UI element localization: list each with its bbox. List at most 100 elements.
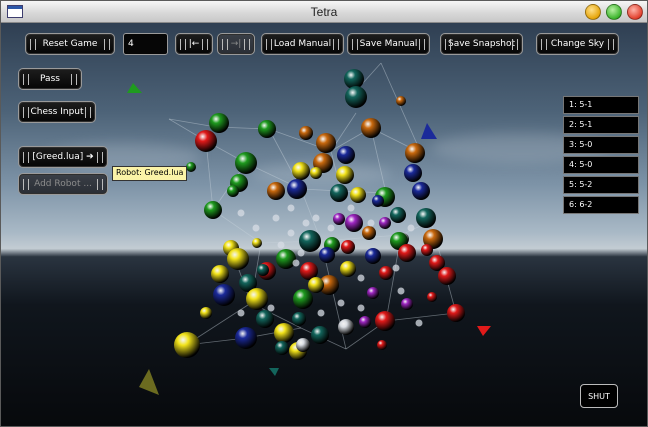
board-sphere-teal[interactable] bbox=[256, 310, 274, 328]
board-sphere-orange[interactable] bbox=[362, 226, 376, 240]
board-sphere-teal[interactable] bbox=[330, 184, 348, 202]
board-sphere-yellow[interactable] bbox=[252, 238, 262, 248]
board-sphere-yellow[interactable] bbox=[292, 162, 310, 180]
board-sphere-white[interactable] bbox=[296, 338, 310, 352]
board-node[interactable] bbox=[357, 304, 365, 312]
board-sphere-yellow[interactable] bbox=[227, 248, 249, 270]
board-sphere-yellow[interactable] bbox=[308, 277, 324, 293]
board-sphere-yellow[interactable] bbox=[246, 288, 268, 310]
board-sphere-red[interactable] bbox=[341, 240, 355, 254]
load-manual-button[interactable]: Load Manual bbox=[261, 33, 344, 55]
board-sphere-purple[interactable] bbox=[359, 316, 371, 328]
board-node[interactable] bbox=[272, 214, 280, 222]
board-sphere-green[interactable] bbox=[186, 162, 196, 172]
board-sphere-purple[interactable] bbox=[379, 217, 391, 229]
board-sphere-purple[interactable] bbox=[345, 214, 363, 232]
board-node[interactable] bbox=[327, 224, 335, 232]
board-sphere-green[interactable] bbox=[258, 120, 276, 138]
board-sphere-yellow[interactable] bbox=[174, 332, 200, 358]
board-sphere-orange[interactable] bbox=[267, 182, 285, 200]
board-sphere-blue[interactable] bbox=[412, 182, 430, 200]
board-sphere-blue[interactable] bbox=[213, 284, 235, 306]
board-sphere-yellow[interactable] bbox=[211, 265, 229, 283]
board-sphere-blue[interactable] bbox=[337, 146, 355, 164]
board-sphere-red[interactable] bbox=[438, 267, 456, 285]
board-sphere-green[interactable] bbox=[227, 185, 239, 197]
board-node[interactable] bbox=[312, 214, 320, 222]
board-node[interactable] bbox=[287, 229, 295, 237]
board-sphere-yellow[interactable] bbox=[200, 307, 212, 319]
board-sphere-white[interactable] bbox=[338, 319, 354, 335]
title-bar[interactable]: Tetra bbox=[1, 1, 647, 23]
board-sphere-teal[interactable] bbox=[390, 207, 406, 223]
board-sphere-purple[interactable] bbox=[367, 287, 379, 299]
board-sphere-yellow[interactable] bbox=[310, 167, 322, 179]
board-node[interactable] bbox=[347, 204, 355, 212]
shut-button[interactable]: SHUT bbox=[580, 384, 618, 408]
board-sphere-teal[interactable] bbox=[275, 341, 289, 355]
board-sphere-teal[interactable] bbox=[257, 264, 269, 276]
board-sphere-orange[interactable] bbox=[396, 96, 406, 106]
board-sphere-red[interactable] bbox=[377, 340, 387, 350]
board-node[interactable] bbox=[252, 224, 260, 232]
board-sphere-green[interactable] bbox=[209, 113, 229, 133]
board-sphere-green[interactable] bbox=[235, 152, 257, 174]
board-sphere-teal[interactable] bbox=[311, 326, 329, 344]
board-node[interactable] bbox=[292, 259, 300, 267]
board-sphere-red[interactable] bbox=[427, 292, 437, 302]
board-sphere-orange[interactable] bbox=[405, 143, 425, 163]
board-sphere-yellow[interactable] bbox=[350, 187, 366, 203]
add-robot-button[interactable]: Add Robot ... bbox=[18, 173, 108, 195]
minimize-button[interactable] bbox=[585, 4, 601, 20]
board-sphere-blue[interactable] bbox=[319, 247, 335, 263]
game-viewport[interactable] bbox=[1, 23, 647, 426]
board-sphere-teal[interactable] bbox=[345, 86, 367, 108]
board-node[interactable] bbox=[357, 274, 365, 282]
board-node[interactable] bbox=[367, 219, 375, 227]
board-sphere-red[interactable] bbox=[398, 244, 416, 262]
board-sphere-blue[interactable] bbox=[404, 164, 422, 182]
maximize-button[interactable] bbox=[606, 4, 622, 20]
board-sphere-red[interactable] bbox=[195, 130, 217, 152]
board-node[interactable] bbox=[267, 304, 275, 312]
board-sphere-green[interactable] bbox=[204, 201, 222, 219]
board-node[interactable] bbox=[317, 309, 325, 317]
board-node[interactable] bbox=[392, 264, 400, 272]
board-sphere-teal[interactable] bbox=[292, 312, 306, 326]
board-node[interactable] bbox=[407, 224, 415, 232]
save-manual-button[interactable]: Save Manual bbox=[347, 33, 430, 55]
board-sphere-orange[interactable] bbox=[361, 118, 381, 138]
board-sphere-green[interactable] bbox=[276, 249, 296, 269]
board-sphere-purple[interactable] bbox=[401, 298, 413, 310]
board-sphere-yellow[interactable] bbox=[340, 261, 356, 277]
chess-input-button[interactable]: Chess Input bbox=[18, 101, 96, 123]
board-sphere-blue[interactable] bbox=[287, 179, 307, 199]
board-sphere-blue[interactable] bbox=[365, 248, 381, 264]
board-node[interactable] bbox=[302, 219, 310, 227]
robot-select-button[interactable]: [Greed.lua] ➔ bbox=[18, 146, 108, 168]
board-sphere-blue[interactable] bbox=[372, 195, 384, 207]
board-node[interactable] bbox=[237, 209, 245, 217]
board-node[interactable] bbox=[415, 319, 423, 327]
board-sphere-green[interactable] bbox=[293, 289, 313, 309]
board-sphere-red[interactable] bbox=[375, 311, 395, 331]
board-node[interactable] bbox=[237, 309, 245, 317]
board-node[interactable] bbox=[287, 204, 295, 212]
last-move-button[interactable]: →| bbox=[217, 33, 255, 55]
save-snapshot-button[interactable]: Save Snapshot bbox=[440, 33, 523, 55]
game-board[interactable] bbox=[1, 23, 647, 426]
move-number-field[interactable]: 4 bbox=[123, 33, 168, 55]
board-sphere-red[interactable] bbox=[421, 244, 433, 256]
board-sphere-teal[interactable] bbox=[344, 69, 364, 89]
board-sphere-teal[interactable] bbox=[416, 208, 436, 228]
board-sphere-orange[interactable] bbox=[316, 133, 336, 153]
close-button[interactable] bbox=[627, 4, 643, 20]
reset-game-button[interactable]: Reset Game bbox=[25, 33, 115, 55]
board-sphere-yellow[interactable] bbox=[274, 323, 294, 343]
board-sphere-red[interactable] bbox=[379, 266, 393, 280]
first-move-button[interactable]: |← bbox=[175, 33, 213, 55]
board-node[interactable] bbox=[397, 287, 405, 295]
board-sphere-red[interactable] bbox=[447, 304, 465, 322]
board-sphere-blue[interactable] bbox=[235, 327, 257, 349]
board-node[interactable] bbox=[337, 299, 345, 307]
